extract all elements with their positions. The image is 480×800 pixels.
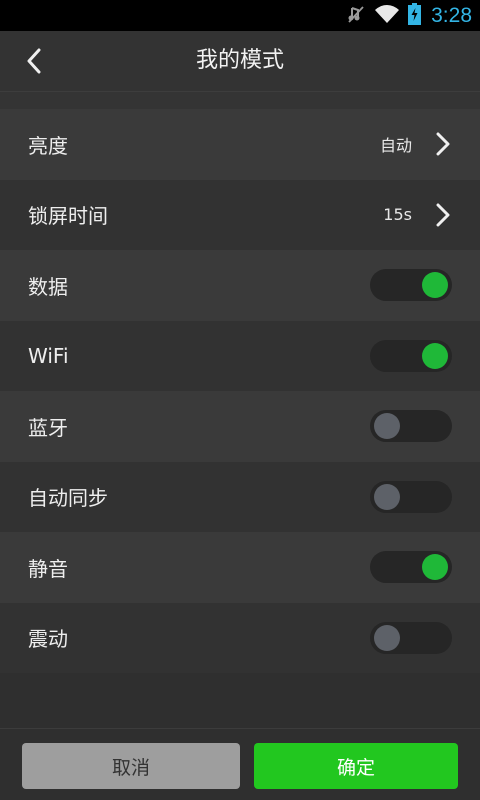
page-title: 我的模式 [195, 48, 284, 73]
bluetooth-row: 蓝牙 [0, 391, 480, 462]
vibrate-row: 震动 [0, 602, 480, 673]
wifi-icon [374, 4, 400, 28]
clock: 3:28 [431, 3, 472, 27]
toggle-knob [422, 342, 448, 369]
cancel-button[interactable]: 取消 [22, 743, 240, 789]
brightness-value: 自动 [379, 136, 412, 156]
chevron-right-icon [434, 202, 452, 228]
toggle-knob [422, 272, 448, 299]
mute-icon [346, 4, 366, 28]
header-spacer [0, 92, 480, 109]
bluetooth-toggle[interactable] [370, 410, 452, 443]
battery-charging-icon [408, 2, 422, 29]
screen-lock-value: 15s [383, 205, 412, 225]
settings-screen: 3:28 我的模式 亮度 自动 锁屏时间 15s 数据 WiFi 蓝牙 自动同步… [0, 0, 480, 800]
status-icons: 3:28 [346, 0, 472, 31]
settings-list: 亮度 自动 锁屏时间 15s 数据 WiFi 蓝牙 自动同步 静音 震动 [0, 109, 480, 673]
app-header: 我的模式 [0, 31, 480, 92]
status-bar: 3:28 [0, 0, 480, 31]
data-toggle[interactable] [370, 269, 452, 302]
silent-toggle[interactable] [370, 551, 452, 584]
screen-lock-row[interactable]: 锁屏时间 15s [0, 179, 480, 250]
confirm-button[interactable]: 确定 [254, 743, 458, 789]
vibrate-toggle[interactable] [370, 621, 452, 654]
auto-sync-toggle[interactable] [370, 480, 452, 513]
brightness-row[interactable]: 亮度 自动 [0, 109, 480, 180]
action-bar: 取消 确定 [0, 728, 480, 800]
data-row: 数据 [0, 250, 480, 321]
brightness-label: 亮度 [28, 133, 68, 158]
toggle-knob [422, 554, 448, 581]
toggle-knob [374, 624, 400, 651]
screen-lock-label: 锁屏时间 [28, 204, 108, 229]
wifi-row: WiFi [0, 320, 480, 391]
silent-row: 静音 [0, 532, 480, 603]
toggle-knob [374, 483, 400, 510]
wifi-toggle[interactable] [370, 339, 452, 372]
auto-sync-row: 自动同步 [0, 461, 480, 532]
chevron-right-icon [434, 131, 452, 157]
toggle-knob [374, 413, 400, 440]
